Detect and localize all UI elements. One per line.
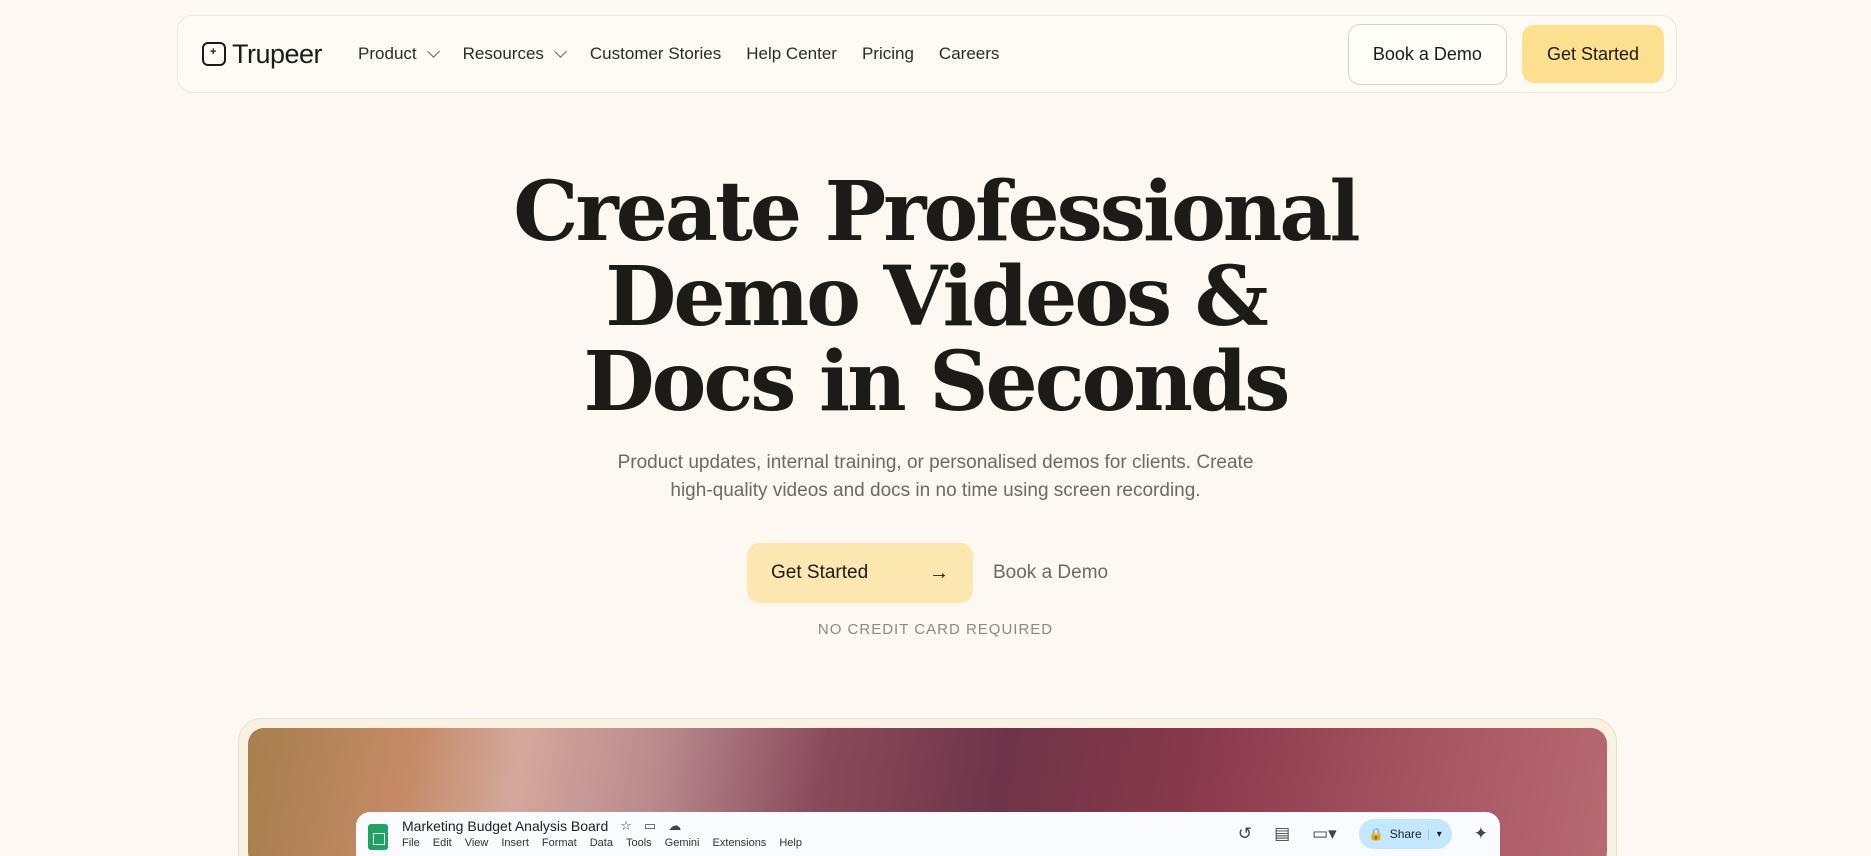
sheet-toolbar-right: ↺ ▤ ▭▾ 🔒 Share ▾ ✦ (1238, 818, 1488, 850)
product-preview: Marketing Budget Analysis Board ☆ ▭ ☁ Fi… (238, 718, 1617, 856)
menu-gemini[interactable]: Gemini (665, 837, 700, 849)
trupeer-logo-icon (202, 42, 226, 66)
arrow-right-icon: → (929, 561, 949, 584)
nav-item-label: Help Center (746, 44, 837, 63)
nav-item-product[interactable]: Product (358, 44, 440, 64)
menu-insert[interactable]: Insert (501, 837, 529, 849)
nav-item-label: Customer Stories (589, 44, 722, 63)
hero-title: Create Professional Demo Videos & Docs i… (0, 170, 1871, 425)
no-credit-card-note: NO CREDIT CARD REQUIRED (817, 621, 1054, 638)
hero-book-demo-link[interactable]: Book a Demo (993, 562, 1108, 584)
menu-data[interactable]: Data (590, 837, 613, 849)
hero-subtitle-line: high-quality videos and docs in no time … (670, 480, 1201, 501)
hero-title-line: Demo Videos & (605, 249, 1269, 345)
book-demo-button[interactable]: Book a Demo (1347, 23, 1507, 85)
star-icon[interactable]: ☆ (620, 818, 632, 834)
hero-subtitle-line: Product updates, internal training, or p… (617, 452, 1254, 473)
menu-edit[interactable]: Edit (433, 837, 452, 849)
nav-item-label: Pricing (861, 44, 914, 63)
nav-item-customer-stories[interactable]: Customer Stories (590, 44, 721, 64)
preview-background: Marketing Budget Analysis Board ☆ ▭ ☁ Fi… (248, 728, 1607, 856)
hero-title-line: Create Professional (513, 164, 1360, 260)
share-button[interactable]: 🔒 Share ▾ (1358, 819, 1452, 849)
nav-item-label: Resources (462, 44, 544, 63)
hero-get-started-button[interactable]: Get Started → (747, 543, 973, 603)
nav-item-label: Product (358, 44, 417, 63)
menu-file[interactable]: File (402, 837, 420, 849)
video-call-icon[interactable]: ▭▾ (1312, 824, 1337, 844)
nav-item-resources[interactable]: Resources (462, 44, 567, 64)
chevron-down-icon (554, 45, 567, 58)
nav-item-careers[interactable]: Careers (939, 44, 999, 64)
folder-icon[interactable]: ▭ (644, 818, 656, 834)
get-started-button[interactable]: Get Started (1521, 25, 1664, 83)
menu-view[interactable]: View (465, 837, 489, 849)
sheet-header: Marketing Budget Analysis Board ☆ ▭ ☁ Fi… (402, 818, 802, 856)
nav-item-pricing[interactable]: Pricing (862, 44, 914, 64)
sheets-icon (368, 824, 388, 850)
hero-get-started-label: Get Started (771, 562, 869, 583)
sheet-menu-bar: File Edit View Insert Format Data Tools … (402, 837, 802, 849)
nav-item-label: Careers (938, 44, 1000, 63)
menu-extensions[interactable]: Extensions (713, 837, 767, 849)
spreadsheet-window: Marketing Budget Analysis Board ☆ ▭ ☁ Fi… (356, 812, 1500, 856)
sheet-title-row: Marketing Budget Analysis Board ☆ ▭ ☁ (402, 818, 802, 834)
doc-title[interactable]: Marketing Budget Analysis Board (402, 818, 608, 834)
main-nav: Product Resources Customer Stories Help … (358, 44, 1348, 64)
history-icon[interactable]: ↺ (1238, 824, 1252, 844)
hero-title-line: Docs in Seconds (583, 334, 1291, 430)
share-label: Share (1389, 827, 1422, 841)
chevron-down-icon (426, 45, 440, 58)
top-navbar: Trupeer Product Resources Customer Stori… (177, 15, 1677, 93)
brand-name: Trupeer (232, 38, 323, 69)
brand-logo[interactable]: Trupeer (202, 38, 323, 70)
menu-tools[interactable]: Tools (626, 837, 652, 849)
menu-help[interactable]: Help (779, 837, 802, 849)
lock-icon: 🔒 (1368, 827, 1384, 841)
cloud-icon: ☁ (668, 818, 682, 833)
menu-format[interactable]: Format (542, 837, 577, 849)
hero-subtitle: Product updates, internal training, or p… (570, 449, 1301, 505)
nav-actions: Book a Demo Get Started (1347, 23, 1664, 85)
gemini-sparkle-icon[interactable]: ✦ (1474, 824, 1488, 844)
nav-item-help-center[interactable]: Help Center (746, 44, 837, 64)
comment-icon[interactable]: ▤ (1274, 824, 1290, 844)
hero-cta-row: Get Started → Book a Demo (747, 543, 1108, 603)
chevron-down-icon[interactable]: ▾ (1427, 828, 1442, 840)
